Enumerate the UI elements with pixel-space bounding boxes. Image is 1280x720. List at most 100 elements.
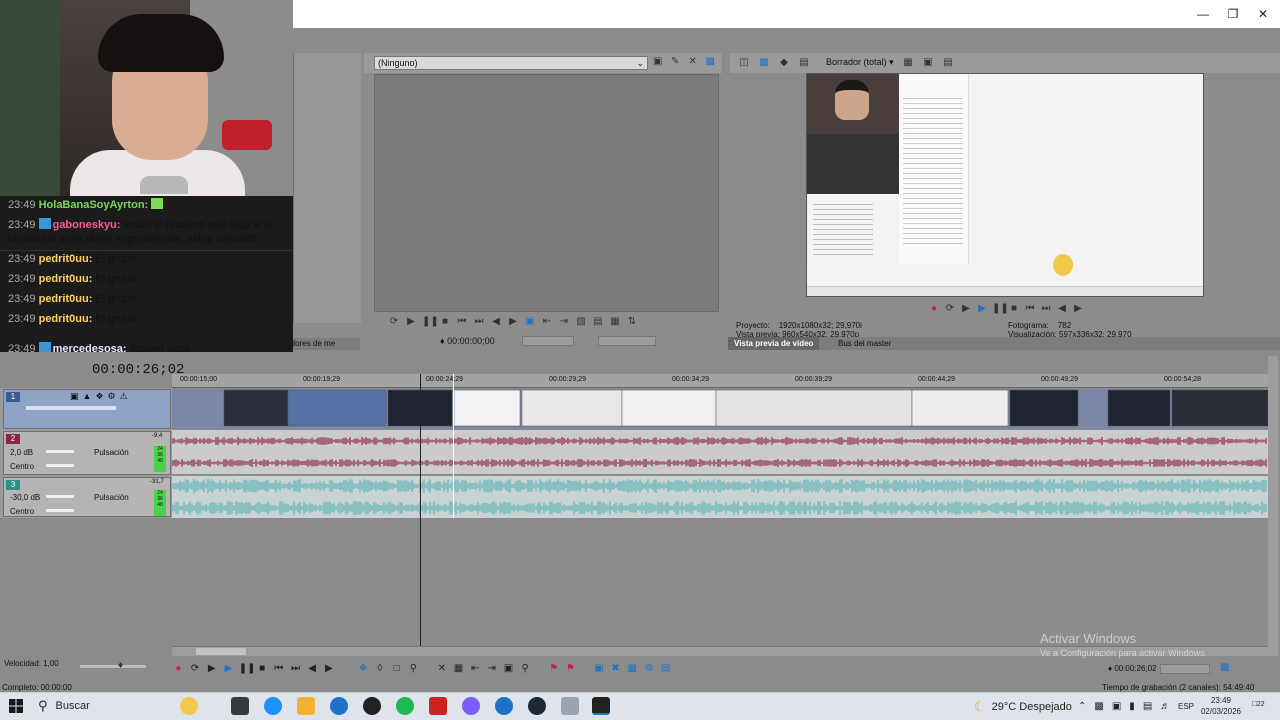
weather-widget[interactable]: ☾ 29°C Despejado xyxy=(974,699,1072,715)
volume-slider[interactable] xyxy=(46,495,74,498)
overwrite-icon[interactable]: ▦ xyxy=(609,316,621,328)
opacity-slider[interactable] xyxy=(26,406,116,410)
track-header-audio-1[interactable]: 2 2,0 dB Centro Pulsación 24 36 48 -9,4 xyxy=(3,431,171,475)
auto-ripple-icon[interactable]: ▦ xyxy=(626,662,639,675)
selection-tool-icon[interactable]: □ xyxy=(390,662,403,675)
stop-icon[interactable]: ■ xyxy=(439,316,451,328)
pan-slider[interactable] xyxy=(46,464,74,467)
lock-envelopes-icon[interactable]: ⚙ xyxy=(643,662,656,675)
prev-frame-icon[interactable]: ◀ xyxy=(1056,303,1068,315)
play-icon[interactable]: ▶ xyxy=(222,662,235,675)
trim-out-icon[interactable]: ⇥ xyxy=(558,316,570,328)
pause-icon[interactable]: ❚❚ xyxy=(239,662,256,675)
playhead[interactable] xyxy=(453,374,454,518)
loop-icon[interactable]: ⟳ xyxy=(189,662,202,675)
snap-icon[interactable]: ⇅ xyxy=(626,316,638,328)
volume-icon[interactable]: ♬ xyxy=(1160,701,1170,712)
maximize-icon[interactable]: ❐ xyxy=(1218,0,1248,28)
envelope-tool-icon[interactable]: ◊ xyxy=(374,662,387,675)
language-indicator[interactable]: ESP xyxy=(1178,702,1194,711)
trimmer-media-select[interactable]: (Ninguno) ⌄ xyxy=(374,56,648,70)
steam-icon[interactable] xyxy=(528,697,546,715)
trim-in-icon[interactable]: ⇤ xyxy=(541,316,553,328)
trimmer-zoom-slider[interactable] xyxy=(522,336,574,346)
video-event[interactable] xyxy=(715,389,913,427)
normal-edit-tool-icon[interactable]: ✥ xyxy=(357,662,370,675)
split-screen-icon[interactable]: ▤ xyxy=(798,57,810,69)
lock-icon[interactable]: ⚲ xyxy=(519,662,532,675)
sony-vegas-icon[interactable] xyxy=(429,697,447,715)
fx-icon[interactable]: ▲ xyxy=(83,391,92,402)
video-event[interactable] xyxy=(621,389,717,427)
taskbar-clock[interactable]: 23:49 02/03/2026 xyxy=(1198,695,1244,717)
video-event[interactable] xyxy=(1009,389,1079,427)
tray-app-icon[interactable]: ▩ xyxy=(1094,701,1103,712)
trim-display-icon[interactable]: ▩ xyxy=(705,56,717,68)
file-explorer-icon[interactable] xyxy=(297,697,315,715)
active-app-icon[interactable] xyxy=(592,697,610,715)
snapping-icon[interactable]: ▣ xyxy=(593,662,606,675)
edge-icon[interactable] xyxy=(264,697,282,715)
scroll-thumb[interactable] xyxy=(196,648,246,655)
go-start-icon[interactable]: ⏮ xyxy=(272,662,285,675)
trim-mark-icon[interactable]: ▣ xyxy=(524,316,536,328)
play-from-start-icon[interactable]: ▶ xyxy=(205,662,218,675)
volume-slider[interactable] xyxy=(46,450,74,453)
edge-alt-icon[interactable] xyxy=(330,697,348,715)
prev-frame-icon[interactable]: ◀ xyxy=(490,316,502,328)
preview-quality-select[interactable]: Borrador (total) ▾ xyxy=(826,57,894,68)
task-view-icon[interactable] xyxy=(231,697,249,715)
overlays-icon[interactable]: ▦ xyxy=(902,57,914,69)
pause-icon[interactable]: ❚❚ xyxy=(992,303,1009,315)
video-event[interactable] xyxy=(911,389,1009,427)
video-event[interactable] xyxy=(1171,389,1268,427)
track-header-audio-2[interactable]: 3 -30,0 dB Centro Pulsación 24 36 48 -31,7 xyxy=(3,477,171,517)
prev-frame-icon[interactable]: ◀ xyxy=(306,662,319,675)
zoom-icon[interactable]: ▩ xyxy=(1220,662,1232,674)
copy-snapshot-icon[interactable]: ▣ xyxy=(922,57,934,69)
windows-start-icon[interactable] xyxy=(8,698,24,714)
pause-icon[interactable]: ❚❚ xyxy=(422,316,439,328)
timeline-ruler[interactable]: 00:00:15;00 00:00:19;29 00:00:24;29 00:00:2… xyxy=(172,374,1268,388)
delete-icon[interactable]: ✕ xyxy=(435,662,448,675)
video-event[interactable] xyxy=(1107,389,1171,427)
tab-video-preview[interactable]: Vista previa de vídeo xyxy=(728,337,820,350)
trimmer-volume-slider[interactable] xyxy=(598,336,656,346)
minimize-icon[interactable]: — xyxy=(1188,0,1218,28)
next-frame-icon[interactable]: ▶ xyxy=(1072,303,1084,315)
go-start-icon[interactable]: ⏮ xyxy=(456,316,468,328)
video-event[interactable] xyxy=(453,389,521,427)
browser-icon[interactable] xyxy=(495,697,513,715)
save-snapshot-icon[interactable]: ▤ xyxy=(942,57,954,69)
trim-remove-icon[interactable]: ✕ xyxy=(687,56,699,68)
play-from-start-icon[interactable]: ▶ xyxy=(960,303,972,315)
app-icon[interactable] xyxy=(561,697,579,715)
zoom-tool-icon[interactable]: ⚲ xyxy=(407,662,420,675)
speed-thumb-icon[interactable]: ♦ xyxy=(118,660,123,671)
next-frame-icon[interactable]: ▶ xyxy=(323,662,336,675)
chevron-up-icon[interactable]: ⌃ xyxy=(1078,701,1086,712)
battery-icon[interactable]: ▮ xyxy=(1129,701,1135,712)
obs-icon[interactable] xyxy=(363,697,381,715)
go-start-icon[interactable]: ⏮ xyxy=(1024,303,1036,315)
video-event[interactable] xyxy=(223,389,289,427)
vertical-scrollbar[interactable] xyxy=(1268,356,1278,656)
next-frame-icon[interactable]: ▶ xyxy=(507,316,519,328)
tray-app-icon[interactable]: ▣ xyxy=(1112,701,1121,712)
region-icon[interactable]: ⚑ xyxy=(564,662,577,675)
stop-icon[interactable]: ■ xyxy=(256,662,269,675)
motion-icon[interactable]: ▣ xyxy=(70,391,79,402)
composite-icon[interactable]: ❖ xyxy=(95,391,103,402)
auto-crossfade-icon[interactable]: ✖ xyxy=(609,662,622,675)
video-event[interactable] xyxy=(287,389,387,427)
close-icon[interactable]: ✕ xyxy=(1248,0,1278,28)
settings-icon[interactable]: ⚙ xyxy=(108,391,116,402)
trim-icon[interactable]: ▦ xyxy=(452,662,465,675)
spotify-icon[interactable] xyxy=(396,697,414,715)
record-icon[interactable]: ● xyxy=(172,662,185,675)
loop-icon[interactable]: ⟳ xyxy=(388,316,400,328)
network-icon[interactable]: ▤ xyxy=(1143,701,1152,712)
go-end-icon[interactable]: ⏭ xyxy=(1040,303,1052,315)
trim-edit-icon[interactable]: ✎ xyxy=(670,56,682,68)
go-end-icon[interactable]: ⏭ xyxy=(289,662,302,675)
